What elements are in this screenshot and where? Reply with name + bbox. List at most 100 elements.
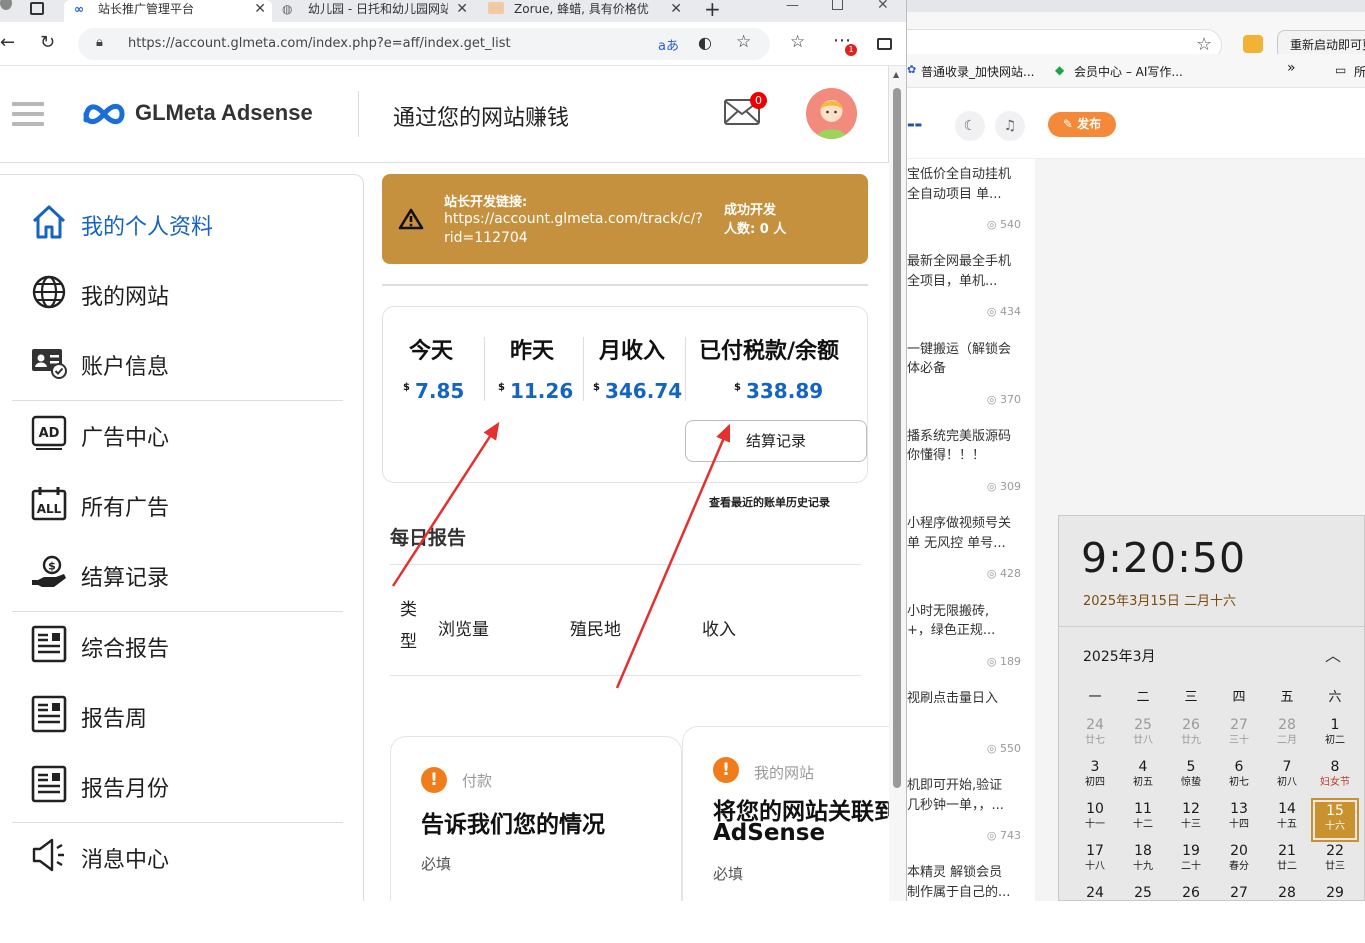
- feed-item[interactable]: 机即可开始,验证 几秒钟一单，，... ◎ 743: [907, 776, 1035, 856]
- sidebar-item-my-sites[interactable]: 我的网站: [30, 265, 350, 315]
- user-avatar[interactable]: [806, 88, 857, 139]
- calendar-day[interactable]: 28: [1265, 884, 1309, 924]
- sidebar-item-monthly-report[interactable]: 报告月份: [30, 757, 350, 807]
- clock-calendar-flyout: 9:20:50 2025年3月15日 二月十六 2025年3月 ︿ 一 二 三 四 五 六…: [1058, 515, 1365, 901]
- calendar-day[interactable]: 26: [1169, 884, 1213, 924]
- calendar-day[interactable]: 20 春分: [1217, 842, 1261, 882]
- billing-history-link[interactable]: 查看最近的账单历史记录: [709, 494, 830, 510]
- calendar-day[interactable]: 13 十四: [1217, 800, 1261, 840]
- calendar-day[interactable]: 29: [1313, 884, 1357, 924]
- calendar-month[interactable]: 2025年3月: [1083, 646, 1156, 666]
- sidebar-item-ad-center[interactable]: AD 广告中心: [30, 406, 350, 456]
- site-logo-text[interactable]: GLMeta Adsense: [135, 100, 313, 126]
- tab-actions-icon[interactable]: [30, 2, 44, 15]
- maximize-icon[interactable]: [832, 0, 843, 10]
- bookmark-item[interactable]: 普通收录_加快网站...: [921, 63, 1034, 80]
- translate-icon[interactable]: aあ: [658, 35, 679, 54]
- calendar-day[interactable]: 11 十二: [1121, 800, 1165, 840]
- back-arrow-icon[interactable]: ←: [0, 32, 15, 53]
- calendar-day[interactable]: 18 十九: [1121, 842, 1165, 882]
- calendar-day[interactable]: 3 初四: [1073, 758, 1117, 798]
- link-site-card[interactable]: ! 我的网站 将您的网站关联到 AdSense 必填: [682, 726, 906, 901]
- calendar-day-today[interactable]: 15 十六: [1311, 798, 1359, 842]
- calendar-day[interactable]: 25 廿八: [1121, 716, 1165, 756]
- sidebar-item-profile[interactable]: 我的个人资料: [30, 195, 350, 245]
- extension-icon[interactable]: [1243, 35, 1263, 53]
- calendar-day[interactable]: 7 初八: [1265, 758, 1309, 798]
- calendar-day[interactable]: 25: [1121, 884, 1165, 924]
- calendar-day[interactable]: 6 初七: [1217, 758, 1261, 798]
- sidebar-item-message-center[interactable]: 消息中心: [30, 828, 350, 878]
- publish-button[interactable]: ✎ 发布: [1048, 112, 1116, 137]
- minimize-icon[interactable]: —: [786, 0, 799, 13]
- sidebar-item-weekly-report[interactable]: 报告周: [30, 687, 350, 737]
- calendar-day[interactable]: 24 廿七: [1073, 716, 1117, 756]
- calendar-day[interactable]: 27: [1217, 884, 1261, 924]
- sidebar-item-overall-report[interactable]: 综合报告: [30, 617, 350, 667]
- lock-icon[interactable]: 🔒︎: [96, 35, 103, 50]
- column-header-type: 类型: [400, 600, 417, 652]
- feed-item[interactable]: 最新全网最全手机 全项目，单机... ◎ 434: [907, 252, 1035, 332]
- sidebar-item-account-info[interactable]: 账户信息: [30, 335, 350, 385]
- tab-kindergarten[interactable]: ◍ 幼儿园 - 日托和幼儿园网站 ✕: [274, 0, 474, 22]
- profile-avatar-icon[interactable]: [0, 0, 12, 10]
- scroll-up-icon[interactable]: ▲: [893, 70, 899, 79]
- success-label: 成功开发: [724, 203, 777, 218]
- tracking-prevention-icon[interactable]: ◐: [698, 33, 712, 52]
- scrollbar-thumb[interactable]: [893, 88, 901, 788]
- payment-info-card[interactable]: ! 付款 告诉我们您的情况 必填: [390, 736, 682, 901]
- calendar-day[interactable]: 26 廿九: [1169, 716, 1213, 756]
- calendar-day[interactable]: 14 十五: [1265, 800, 1309, 840]
- calendar-day[interactable]: 28 二月: [1265, 716, 1309, 756]
- calendar-day[interactable]: 17 十八: [1073, 842, 1117, 882]
- bookmarks-overflow-chevron-icon[interactable]: »: [1287, 60, 1296, 76]
- new-tab-plus-icon[interactable]: +: [704, 0, 721, 21]
- address-bar[interactable]: 🔒︎ https://account.glmeta.com/index.php?…: [78, 28, 770, 60]
- sidebar-toggle-icon[interactable]: [877, 38, 892, 50]
- address-url[interactable]: https://account.glmeta.com/index.php?e=a…: [128, 36, 511, 51]
- calendar-lunar-label: 十九: [1133, 861, 1153, 872]
- calendar-day[interactable]: 24: [1073, 884, 1117, 924]
- calendar-day[interactable]: 19 二十: [1169, 842, 1213, 882]
- feed-item[interactable]: 一键搬运（解锁会 体必备 ◎ 370: [907, 340, 1035, 420]
- dark-mode-moon-icon[interactable]: ☾: [955, 111, 985, 141]
- hamburger-menu-icon[interactable]: [12, 102, 44, 126]
- settlement-records-button[interactable]: 结算记录: [685, 420, 867, 462]
- sidebar-item-all-ads[interactable]: ALL 所有广告: [30, 476, 350, 526]
- feed-item[interactable]: 小时无限搬砖, +，绿色正规... ◎ 189: [907, 602, 1035, 682]
- calendar-day[interactable]: 1 初二: [1313, 716, 1357, 756]
- close-tab-icon[interactable]: ✕: [670, 0, 682, 18]
- bookmark-item[interactable]: 所: [1354, 63, 1365, 80]
- sidebar-item-settlement[interactable]: $ 结算记录: [30, 546, 350, 596]
- notification-bell-icon[interactable]: ♫: [995, 111, 1025, 141]
- close-window-icon[interactable]: ✕: [877, 0, 889, 13]
- calendar-day-number: 19: [1182, 843, 1200, 859]
- feed-item[interactable]: 本精灵 解锁会员 制作属于自己的...: [907, 863, 1035, 943]
- close-tab-icon[interactable]: ✕: [456, 0, 468, 18]
- payment-hand-icon: $: [32, 555, 66, 587]
- feed-item[interactable]: 小程序做视频号关单 无风控 单号... ◎ 428: [907, 514, 1035, 594]
- calendar-previous-chevron-up-icon[interactable]: ︿: [1325, 642, 1341, 666]
- refresh-icon[interactable]: ↻: [40, 32, 55, 53]
- tab-glmeta[interactable]: ∞ 站长推广管理平台 ✕: [64, 0, 272, 22]
- calendar-day[interactable]: 21 廿二: [1265, 842, 1309, 882]
- calendar-day[interactable]: 22 廿三: [1313, 842, 1357, 882]
- favorites-collection-icon[interactable]: ☆: [790, 32, 805, 52]
- feed-item[interactable]: 视刷点击量日入 ◎ 550: [907, 689, 1035, 769]
- calendar-day[interactable]: 5 惊蛰: [1169, 758, 1213, 798]
- calendar-day[interactable]: 4 初五: [1121, 758, 1165, 798]
- favorite-star-icon[interactable]: ☆: [736, 32, 751, 52]
- calendar-day[interactable]: 8 妇女节: [1313, 758, 1357, 798]
- developer-link-url[interactable]: https://account.glmeta.com/track/c/?rid=…: [444, 210, 704, 248]
- calendar-day[interactable]: 27 三十: [1217, 716, 1261, 756]
- calendar-day[interactable]: 10 十一: [1073, 800, 1117, 840]
- calendar-day[interactable]: 12 十三: [1169, 800, 1213, 840]
- close-tab-icon[interactable]: ✕: [254, 0, 266, 18]
- tab-zorue[interactable]: Zorue, 蜂蜡, 具有价格优 ✕: [480, 0, 688, 22]
- vertical-scrollbar[interactable]: ▲: [889, 66, 906, 901]
- calendar-day-number: 21: [1278, 843, 1296, 859]
- feed-item[interactable]: 宝低价全自动挂机 全自动项目 单... ◎ 540: [907, 165, 1035, 245]
- feed-item[interactable]: 播系统完美版源码 你懂得！！！ ◎ 309: [907, 427, 1035, 507]
- favorite-star-icon[interactable]: ☆: [1196, 34, 1212, 55]
- bookmark-item[interactable]: 会员中心 – AI写作...: [1074, 63, 1183, 80]
